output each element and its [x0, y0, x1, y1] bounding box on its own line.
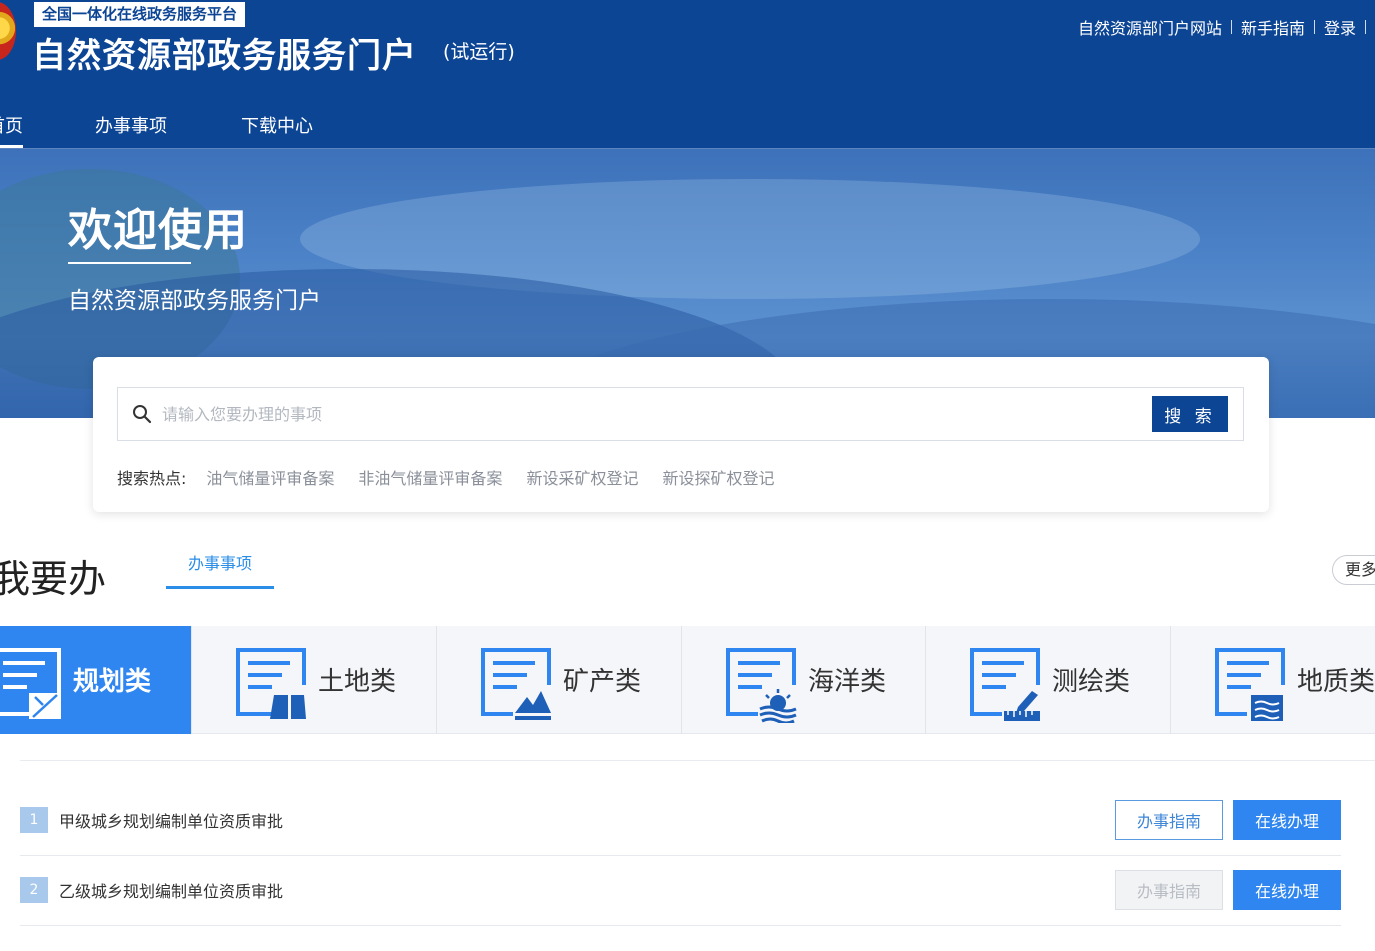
search-button[interactable]: 搜 索 — [1152, 396, 1228, 432]
hot-search-link[interactable]: 非油气储量评审备案 — [358, 465, 502, 489]
hot-search-link[interactable]: 油气储量评审备案 — [206, 465, 334, 489]
site-header: 全国一体化在线政务服务平台 自然资源部政务服务门户 (试运行) 自然资源部门户网… — [0, 0, 1375, 148]
land-icon — [236, 648, 306, 719]
hot-search-link[interactable]: 新设采矿权登记 — [526, 465, 638, 489]
welcome-heading: 欢迎使用 — [68, 205, 248, 256]
portal-title: 自然资源部政务服务门户 — [32, 36, 417, 76]
hot-searches-label: 搜索热点: — [117, 469, 187, 488]
category-land[interactable]: 土地类 — [191, 626, 435, 734]
search-card: 搜 索 搜索热点: 油气储量评审备案 非油气储量评审备案 新设采矿权登记 新设探… — [93, 357, 1269, 512]
category-planning[interactable]: 规划类 — [0, 626, 191, 734]
trial-badge: (试运行) — [443, 41, 515, 63]
ministry-portal-link[interactable]: 自然资源部门户网站 — [1078, 15, 1222, 39]
nav-download-center[interactable]: 下载中心 — [241, 110, 313, 148]
hot-searches: 搜索热点: 油气储量评审备案 非油气储量评审备案 新设采矿权登记 新设探矿权登记 — [117, 465, 798, 489]
welcome-subtitle: 自然资源部政务服务门户 — [68, 288, 321, 314]
welcome-underline — [68, 262, 191, 264]
tab-affairs[interactable]: 办事事项 — [166, 553, 274, 589]
login-link[interactable]: 登录 — [1324, 15, 1356, 39]
planning-icon — [0, 648, 61, 719]
category-label: 矿产类 — [563, 667, 642, 697]
list-divider — [20, 760, 1375, 761]
guide-button: 办事指南 — [1115, 870, 1223, 910]
mineral-icon — [481, 648, 551, 720]
category-label: 地质类 — [1297, 667, 1375, 697]
item-number: 2 — [20, 877, 48, 903]
online-apply-button[interactable]: 在线办理 — [1233, 800, 1341, 840]
guide-button[interactable]: 办事指南 — [1115, 800, 1223, 840]
item-title[interactable]: 甲级城乡规划编制单位资质审批 — [59, 808, 283, 832]
category-label: 测绘类 — [1052, 667, 1131, 697]
national-emblem-icon — [0, 2, 16, 60]
beginner-guide-link[interactable]: 新手指南 — [1241, 15, 1305, 39]
category-label: 海洋类 — [808, 667, 887, 697]
hot-search-link[interactable]: 新设探矿权登记 — [662, 465, 774, 489]
category-mineral[interactable]: 矿产类 — [436, 626, 680, 734]
platform-tag: 全国一体化在线政务服务平台 — [34, 2, 246, 27]
search-input[interactable] — [162, 398, 1112, 430]
more-button[interactable]: 更多 — [1332, 555, 1375, 585]
category-geology[interactable]: 地质类 — [1170, 626, 1375, 734]
surveying-icon — [970, 648, 1040, 721]
category-label: 规划类 — [73, 667, 152, 697]
geology-icon — [1215, 648, 1285, 721]
top-links: 自然资源部门户网站 新手指南 登录 — [1078, 15, 1375, 39]
list-item: 2 乙级城乡规划编制单位资质审批 办事指南 在线办理 — [20, 856, 1341, 926]
search-icon — [133, 405, 152, 424]
search-box: 搜 索 — [117, 387, 1244, 441]
online-apply-button[interactable]: 在线办理 — [1233, 870, 1341, 910]
category-ocean[interactable]: 海洋类 — [681, 626, 925, 734]
item-title[interactable]: 乙级城乡规划编制单位资质审批 — [59, 878, 283, 902]
category-surveying[interactable]: 测绘类 — [925, 626, 1169, 734]
item-number: 1 — [20, 807, 48, 833]
category-bar: 规划类 土地类 矿产类 海洋类 测绘类 地质类 — [0, 626, 1375, 734]
list-item: 1 甲级城乡规划编制单位资质审批 办事指南 在线办理 — [20, 786, 1341, 856]
category-label: 土地类 — [318, 667, 397, 697]
nav-home[interactable]: 首页 — [0, 110, 23, 148]
nav-affairs[interactable]: 办事事项 — [95, 110, 167, 148]
link-divider — [1365, 20, 1366, 34]
link-divider — [1313, 20, 1315, 34]
ocean-icon — [726, 648, 797, 723]
section-title: 我要办 — [0, 557, 107, 601]
link-divider — [1230, 20, 1232, 34]
